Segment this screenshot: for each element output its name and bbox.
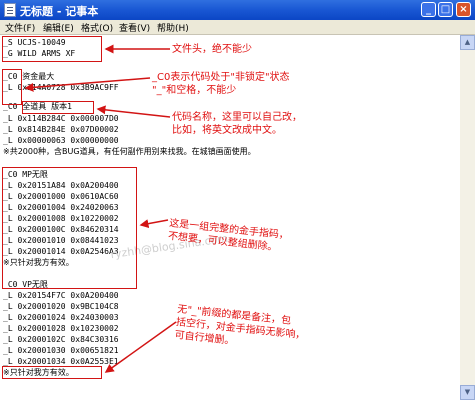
name-annotation: 代码名称，这里可以自己改， 比如，将英文改成中文。 bbox=[172, 112, 302, 136]
notepad-window: 无标题 - 记事本 _ □ × 文件(F) 编辑(E) 格式(O) 查看(V) … bbox=[0, 0, 475, 400]
c0-annotation: _C0表示代码处于"非锁定"状态 "_"和空格，不能少 bbox=[152, 72, 290, 96]
header-annotation: 文件头，绝不能少 bbox=[172, 44, 252, 55]
